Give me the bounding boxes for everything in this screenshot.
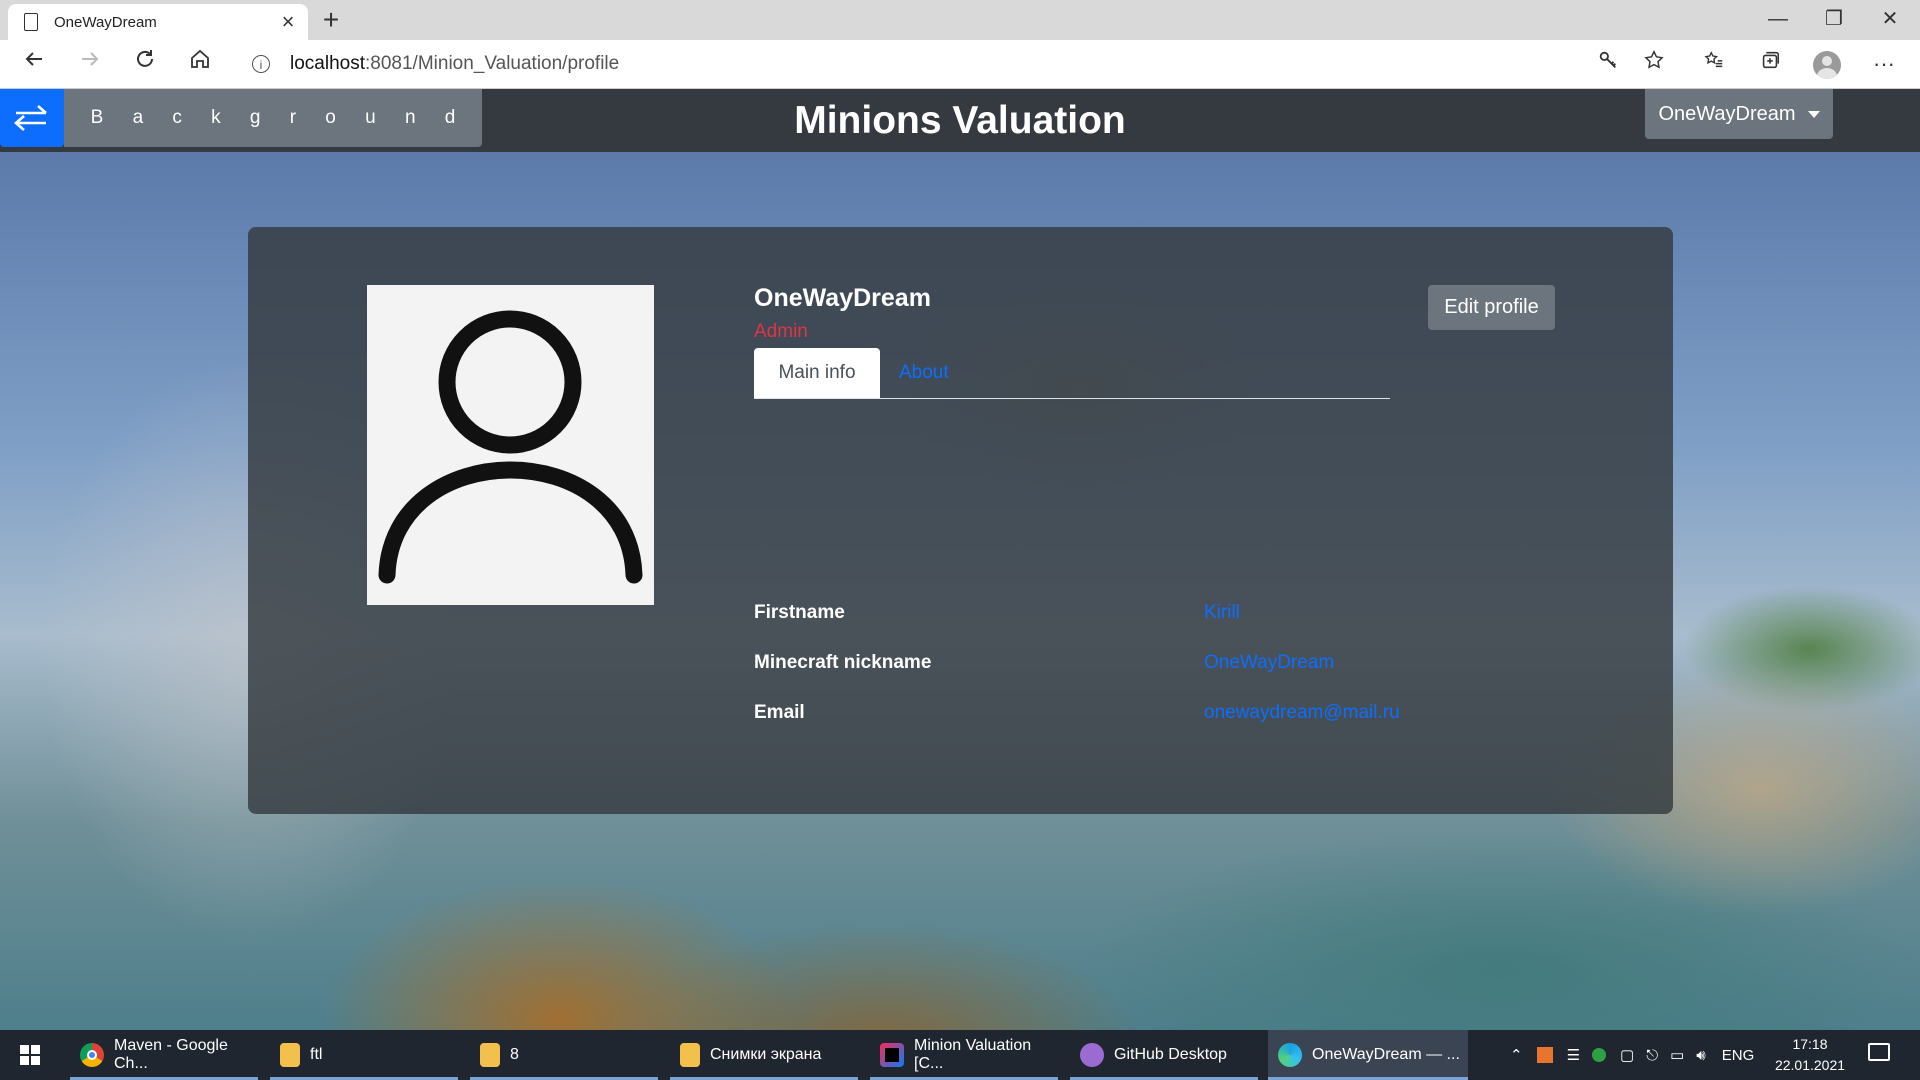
bg-letter: k xyxy=(211,107,221,128)
taskbar-item-label: 8 xyxy=(510,1046,519,1063)
close-window-button[interactable]: ✕ xyxy=(1862,0,1918,40)
new-tab-button[interactable]: + xyxy=(316,5,346,35)
display-icon[interactable]: ▢ xyxy=(1620,1046,1634,1064)
field-value: Kirill xyxy=(1204,602,1240,623)
field-value: OneWayDream xyxy=(1204,652,1335,673)
taskbar-item-ftl[interactable]: ftl xyxy=(270,1030,458,1080)
edit-profile-button[interactable]: Edit profile xyxy=(1428,285,1555,330)
app-tray-icon[interactable] xyxy=(1536,1047,1553,1063)
profile-icon[interactable] xyxy=(1813,51,1841,79)
user-dropdown-label: OneWayDream xyxy=(1658,102,1796,125)
clock[interactable]: 17:18 22.01.2021 xyxy=(1765,1034,1855,1076)
field-label: Firstname xyxy=(754,602,845,623)
start-button[interactable] xyxy=(0,1030,60,1080)
brand-title[interactable]: Minions Valuation xyxy=(794,99,1126,142)
address-bar: i localhost:8081/Minion_Valuation/profil… xyxy=(0,40,1920,89)
background-toggle-button[interactable] xyxy=(0,89,64,147)
clock-date: 22.01.2021 xyxy=(1774,1057,1846,1073)
taskbar-item-screenshots[interactable]: Снимки экрана xyxy=(670,1030,858,1080)
taskbar-item-label: OneWayDream — ... xyxy=(1312,1046,1460,1063)
folder-icon xyxy=(680,1043,700,1067)
bg-letter: a xyxy=(132,107,144,128)
browser-tab[interactable]: OneWayDream × xyxy=(8,4,308,40)
bg-letter: d xyxy=(444,107,456,128)
taskbar-item-label: ftl xyxy=(310,1046,323,1063)
bg-letter: g xyxy=(249,107,261,128)
bg-letter: B xyxy=(90,107,104,128)
info-row-email: Email onewaydream@mail.ru xyxy=(754,702,1614,732)
bg-letter: u xyxy=(365,107,376,128)
navbar: Minions Valuation B a c k g r o u n d On… xyxy=(0,89,1920,152)
info-row-firstname: Firstname Kirill xyxy=(754,602,1614,632)
profile-role: Admin xyxy=(754,321,808,342)
page-viewport: Minions Valuation B a c k g r o u n d On… xyxy=(0,89,1920,1030)
bg-letter: c xyxy=(172,107,182,128)
reload-icon[interactable] xyxy=(125,44,165,84)
url-host: localhost xyxy=(290,53,365,74)
tab-about[interactable]: About xyxy=(899,348,949,398)
battery-icon[interactable]: ▭ xyxy=(1670,1046,1684,1064)
taskbar-item-label: Maven - Google Ch... xyxy=(114,1037,228,1072)
key-icon[interactable] xyxy=(1590,46,1626,82)
folder-icon xyxy=(280,1043,300,1067)
caret-down-icon xyxy=(1807,110,1820,118)
minimize-button[interactable]: — xyxy=(1750,0,1806,40)
close-tab-icon[interactable]: × xyxy=(274,9,302,35)
field-label: Email xyxy=(754,702,805,723)
favorites-icon[interactable] xyxy=(1696,46,1732,82)
security-icon[interactable] xyxy=(1592,1048,1607,1062)
swap-arrows-icon xyxy=(14,105,47,131)
bg-letter: o xyxy=(325,107,336,128)
bg-letter: r xyxy=(289,107,297,128)
user-dropdown-button[interactable]: OneWayDream xyxy=(1645,89,1833,139)
chevron-up-icon[interactable]: ⌃ xyxy=(1510,1046,1523,1064)
forward-icon[interactable] xyxy=(70,44,110,84)
notifications-icon[interactable] xyxy=(1868,1043,1890,1061)
bg-letter: n xyxy=(404,107,416,128)
windows-icon xyxy=(20,1045,40,1065)
collections-icon[interactable] xyxy=(1752,46,1788,82)
profile-photo xyxy=(367,285,654,605)
tab-strip: OneWayDream × + — ❐ ✕ xyxy=(0,0,1920,40)
usb-icon[interactable]: ⎋ xyxy=(1646,1047,1658,1064)
taskbar: Maven - Google Ch... ftl 8 Снимки экрана… xyxy=(0,1030,1920,1080)
taskbar-item-chrome[interactable]: Maven - Google Ch... xyxy=(70,1030,258,1080)
more-icon[interactable]: ··· xyxy=(1866,46,1902,82)
info-icon[interactable]: i xyxy=(252,55,270,73)
star-icon[interactable] xyxy=(1636,46,1672,82)
chrome-icon xyxy=(80,1043,104,1067)
intellij-icon xyxy=(880,1043,904,1067)
network-icon[interactable]: ☰ xyxy=(1567,1046,1580,1064)
system-tray: ⌃ ☰ ▢ ⎋ ▭ 🔊︎ ENG xyxy=(1510,1030,1754,1080)
edge-icon xyxy=(1278,1043,1302,1067)
user-avatar-icon xyxy=(378,310,643,584)
taskbar-item-label: Minion Valuation [C... xyxy=(914,1037,1032,1072)
page-icon xyxy=(24,13,38,31)
url-path: :8081/Minion_Valuation/profile xyxy=(365,53,620,74)
taskbar-item-label: GitHub Desktop xyxy=(1114,1046,1227,1063)
language-indicator[interactable]: ENG xyxy=(1722,1047,1755,1064)
url-field[interactable]: i localhost:8081/Minion_Valuation/profil… xyxy=(236,46,1636,82)
tab-title: OneWayDream xyxy=(54,13,157,31)
github-icon xyxy=(1080,1043,1104,1067)
taskbar-item-8[interactable]: 8 xyxy=(470,1030,658,1080)
clock-time: 17:18 xyxy=(1792,1036,1828,1052)
folder-icon xyxy=(480,1043,500,1067)
volume-icon[interactable]: 🔊︎ xyxy=(1696,1047,1705,1064)
field-label: Minecraft nickname xyxy=(754,652,932,673)
tab-main-info[interactable]: Main info xyxy=(754,348,880,398)
taskbar-item-github[interactable]: GitHub Desktop xyxy=(1070,1030,1258,1080)
taskbar-item-edge[interactable]: OneWayDream — ... xyxy=(1268,1030,1468,1080)
taskbar-item-label: Снимки экрана xyxy=(710,1046,822,1063)
profile-tabs: Main info About xyxy=(754,348,1390,399)
info-row-nickname: Minecraft nickname OneWayDream xyxy=(754,652,1614,682)
taskbar-item-intellij[interactable]: Minion Valuation [C... xyxy=(870,1030,1058,1080)
profile-card: OneWayDream Admin Main info About Edit p… xyxy=(248,227,1673,814)
background-label[interactable]: B a c k g r o u n d xyxy=(64,89,482,147)
profile-username: OneWayDream xyxy=(754,284,931,312)
maximize-button[interactable]: ❐ xyxy=(1806,0,1862,40)
field-value: onewaydream@mail.ru xyxy=(1204,702,1400,723)
back-icon[interactable] xyxy=(14,44,54,84)
home-icon[interactable] xyxy=(180,44,220,84)
